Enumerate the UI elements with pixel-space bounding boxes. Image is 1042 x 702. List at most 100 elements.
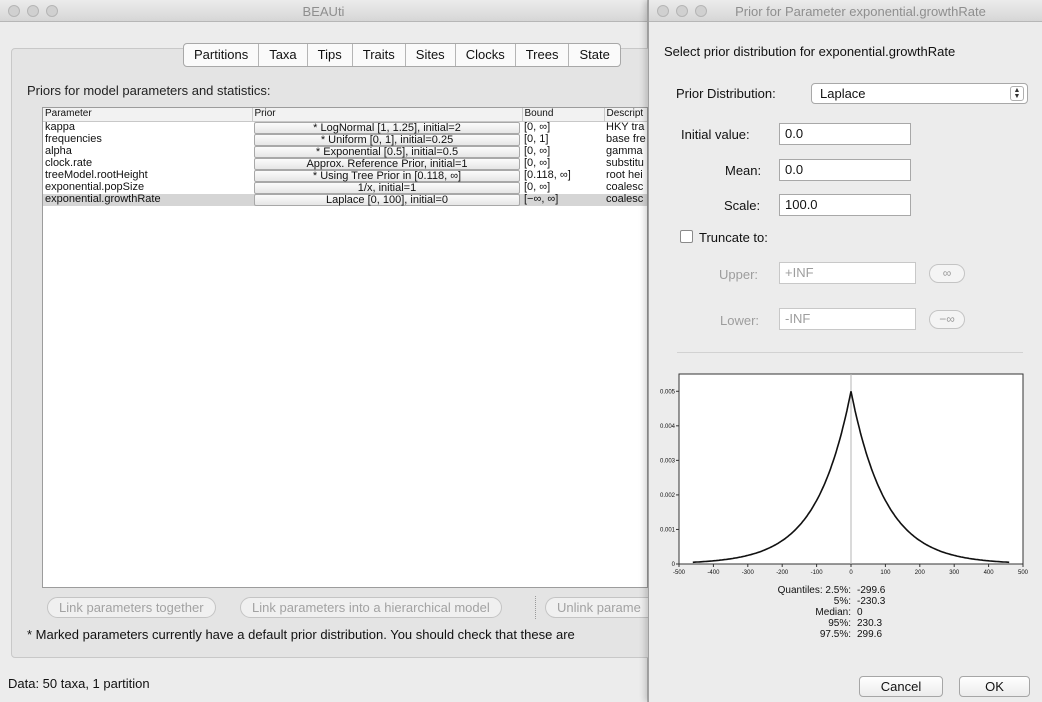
bound-cell: [−∞, ∞] <box>522 193 604 206</box>
bound-cell: [0, ∞] <box>524 145 551 157</box>
description-cell: gamma <box>606 145 643 157</box>
lower-input[interactable]: -INF <box>779 308 916 330</box>
table-row[interactable]: kappa * LogNormal [1, 1.25], initial=2 [… <box>43 121 647 134</box>
description-cell: coalesc <box>604 193 647 206</box>
prior-button[interactable]: Laplace [0, 100], initial=0 <box>254 193 520 206</box>
tab-taxa[interactable]: Taxa <box>259 44 308 66</box>
param-cell: alpha <box>45 145 72 157</box>
prior-button[interactable]: Approx. Reference Prior, initial=1 <box>254 157 520 170</box>
description-cell: coalesc <box>606 181 644 193</box>
beauti-window: BEAUti Partitions Taxa Tips Traits Sites… <box>0 0 671 702</box>
unlink-parameters-button[interactable]: Unlink parame <box>545 597 652 618</box>
status-bar: Data: 50 taxa, 1 partition <box>8 676 150 691</box>
table-row-selected[interactable]: exponential.growthRate Laplace [0, 100],… <box>43 193 647 206</box>
quantile-value: -299.6 <box>857 585 886 596</box>
initial-value-label: Initial value: <box>681 127 750 142</box>
section-label: Priors for model parameters and statisti… <box>27 83 271 98</box>
quantile-label: 5%: <box>833 596 851 607</box>
cancel-button[interactable]: Cancel <box>859 676 943 697</box>
hierarchical-model-button[interactable]: Link parameters into a hierarchical mode… <box>240 597 502 618</box>
quantile-label: Quantiles: 2.5%: <box>777 585 851 596</box>
quantile-label: 95%: <box>828 618 851 629</box>
dialog-close-button[interactable] <box>657 5 669 17</box>
quantile-value: 0 <box>857 607 863 618</box>
tab-partitions[interactable]: Partitions <box>184 44 260 66</box>
tab-states[interactable]: State <box>569 44 619 66</box>
quantile-value: -230.3 <box>857 596 886 607</box>
x-tick-label: -100 <box>811 570 824 576</box>
table-row[interactable]: alpha * Exponential [0.5], initial=0.5 [… <box>43 145 647 158</box>
table-row[interactable]: exponential.popSize 1/x, initial=1 [0, ∞… <box>43 181 647 194</box>
button-separator <box>535 596 536 619</box>
param-cell: exponential.popSize <box>45 181 145 193</box>
priors-table: Parameter Prior Bound Descript kappa * L… <box>42 107 648 588</box>
description-cell: HKY tra <box>606 121 645 133</box>
tab-sites[interactable]: Sites <box>406 44 456 66</box>
default-prior-note: * Marked parameters currently have a def… <box>27 627 575 642</box>
table-row[interactable]: frequencies * Uniform [0, 1], initial=0.… <box>43 133 647 146</box>
link-parameters-button[interactable]: Link parameters together <box>47 597 216 618</box>
y-tick-label: 0.001 <box>660 527 676 533</box>
param-cell: clock.rate <box>45 157 93 169</box>
truncate-checkbox[interactable] <box>680 230 693 243</box>
param-cell: exponential.growthRate <box>43 193 252 206</box>
mean-label: Mean: <box>725 163 762 178</box>
lower-infinity-button[interactable]: −∞ <box>929 310 965 329</box>
bound-cell: [0, ∞] <box>524 181 551 193</box>
prior-button[interactable]: * Uniform [0, 1], initial=0.25 <box>254 133 520 146</box>
description-cell: substitu <box>606 157 644 169</box>
x-tick-label: 200 <box>915 570 926 576</box>
main-titlebar: BEAUti <box>0 0 647 22</box>
quantile-label: 97.5%: <box>819 629 851 640</box>
prior-button[interactable]: * Exponential [0.5], initial=0.5 <box>254 145 520 158</box>
upper-label: Upper: <box>719 267 759 282</box>
tab-tips[interactable]: Tips <box>308 44 353 66</box>
table-header: Parameter Prior Bound Descript <box>43 108 647 122</box>
x-tick-label: -400 <box>707 570 720 576</box>
dialog-titlebar: Prior for Parameter exponential.growthRa… <box>649 0 1042 22</box>
quantile-label: Median: <box>815 607 851 618</box>
table-row[interactable]: treeModel.rootHeight * Using Tree Prior … <box>43 169 647 182</box>
upper-infinity-button[interactable]: ∞ <box>929 264 965 283</box>
upper-input[interactable]: +INF <box>779 262 916 284</box>
col-header-prior[interactable]: Prior <box>252 108 523 122</box>
x-tick-label: -500 <box>673 570 686 576</box>
bound-cell: [0, ∞] <box>524 121 551 133</box>
distribution-select[interactable]: Laplace ▲ ▼ <box>811 83 1028 104</box>
y-tick-label: 0.002 <box>660 493 676 499</box>
x-tick-label: 100 <box>880 570 891 576</box>
prior-button[interactable]: * LogNormal [1, 1.25], initial=2 <box>254 121 520 134</box>
window-title: BEAUti <box>302 4 345 19</box>
y-tick-label: 0.005 <box>660 389 676 395</box>
mean-input[interactable]: 0.0 <box>779 159 911 181</box>
quantile-value: 299.6 <box>857 629 883 640</box>
tab-trees[interactable]: Trees <box>516 44 570 66</box>
scale-input[interactable]: 100.0 <box>779 194 911 216</box>
col-header-bound[interactable]: Bound <box>522 108 605 122</box>
scale-label: Scale: <box>724 198 761 213</box>
select-arrows-icon: ▲ ▼ <box>1010 86 1024 101</box>
col-header-parameter[interactable]: Parameter <box>43 108 253 122</box>
tab-bar: Partitions Taxa Tips Traits Sites Clocks… <box>183 43 621 67</box>
col-header-description[interactable]: Descript <box>604 108 647 122</box>
dialog-heading: Select prior distribution for exponentia… <box>664 44 956 59</box>
param-cell: treeModel.rootHeight <box>45 169 148 181</box>
prior-button[interactable]: * Using Tree Prior in [0.118, ∞] <box>254 169 520 182</box>
description-cell: root hei <box>606 169 643 181</box>
prior-button[interactable]: 1/x, initial=1 <box>254 181 520 194</box>
bound-cell: [0, 1] <box>524 133 549 145</box>
ok-button[interactable]: OK <box>959 676 1030 697</box>
bound-cell: [0.118, ∞] <box>524 169 571 181</box>
distribution-label: Prior Distribution: <box>676 86 776 101</box>
x-tick-label: 400 <box>984 570 995 576</box>
y-tick-label: 0 <box>672 562 676 568</box>
dialog-title: Prior for Parameter exponential.growthRa… <box>735 4 986 19</box>
prior-density-chart: -500 -400 -300 -200 -100 0 100 200 300 400 500 0 0.0… <box>660 373 1029 576</box>
tab-traits[interactable]: Traits <box>353 44 406 66</box>
initial-value-input[interactable]: 0.0 <box>779 123 911 145</box>
table-row[interactable]: clock.rate Approx. Reference Prior, init… <box>43 157 647 170</box>
distribution-value: Laplace <box>820 86 866 101</box>
x-tick-label: -200 <box>776 570 789 576</box>
x-tick-label: 0 <box>849 570 853 576</box>
tab-clocks[interactable]: Clocks <box>456 44 516 66</box>
